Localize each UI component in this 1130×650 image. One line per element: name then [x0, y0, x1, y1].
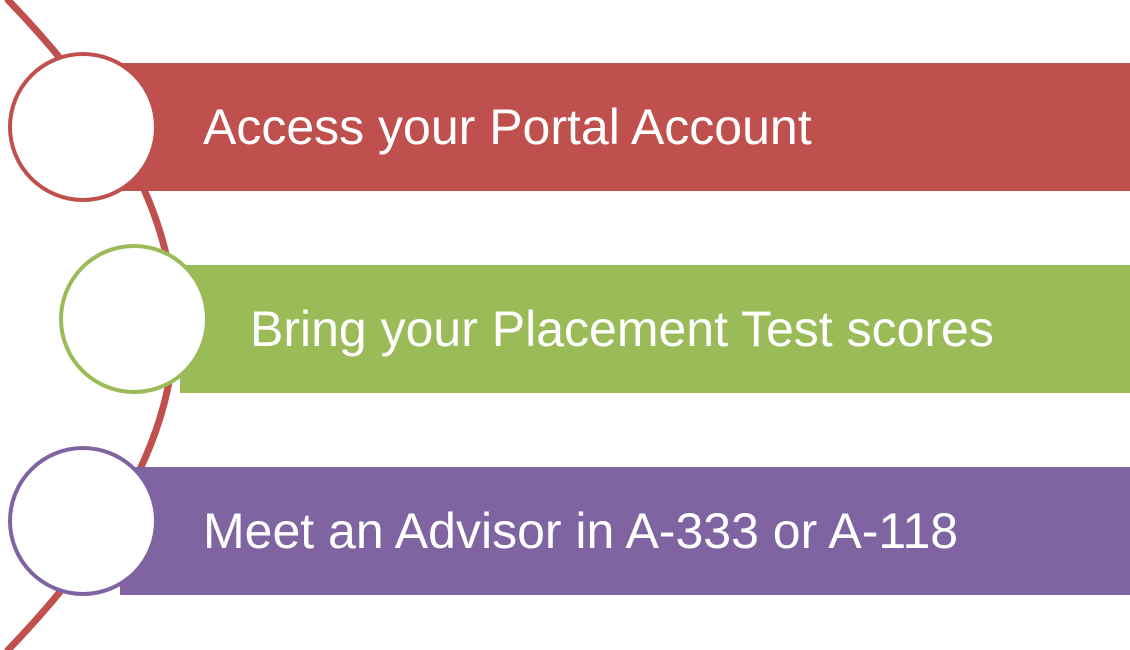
- step-3-bar: Meet an Advisor in A-333 or A-118: [120, 467, 1130, 595]
- step-3-circle: [8, 446, 158, 596]
- step-3-label: Meet an Advisor in A-333 or A-118: [203, 503, 959, 559]
- process-diagram: Access your Portal Account Bring your Pl…: [0, 0, 1130, 650]
- step-2-bar: Bring your Placement Test scores: [180, 265, 1130, 393]
- step-1-bar: Access your Portal Account: [120, 63, 1130, 191]
- step-2-circle: [59, 244, 209, 394]
- step-2-label: Bring your Placement Test scores: [250, 301, 994, 357]
- step-1-label: Access your Portal Account: [203, 99, 812, 155]
- step-1-circle: [8, 52, 158, 202]
